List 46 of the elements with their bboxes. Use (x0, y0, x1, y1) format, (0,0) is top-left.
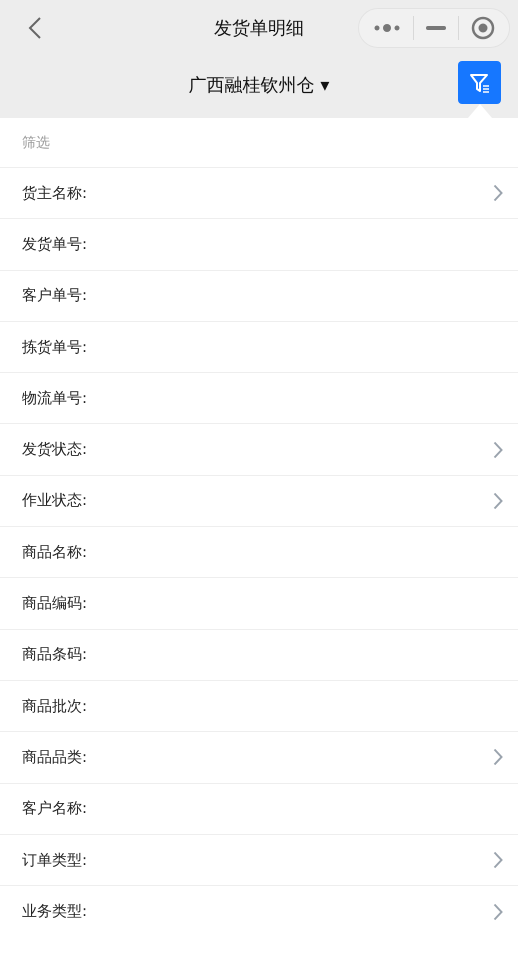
back-icon[interactable] (28, 16, 42, 40)
chevron-icon (493, 902, 503, 921)
filter-field[interactable]: 业务类型: (0, 886, 518, 938)
filter-field[interactable]: 发货状态: (0, 424, 518, 476)
chevron-icon (493, 851, 503, 869)
chevron-icon (493, 748, 503, 766)
popover-pointer (468, 104, 492, 118)
filter-field[interactable]: 商品条码: (0, 630, 518, 681)
filter-field[interactable]: 商品品类: (0, 732, 518, 784)
filter-icon (468, 72, 490, 94)
filter-button[interactable] (458, 61, 501, 104)
field-label: 货主名称: (22, 184, 88, 203)
filter-field[interactable]: 订单类型: (0, 834, 518, 886)
field-label: 客户单号: (22, 286, 88, 306)
chevron-icon (493, 184, 503, 202)
chevron-icon (493, 492, 503, 510)
field-label: 商品条码: (22, 645, 88, 664)
more-icon[interactable] (373, 23, 401, 33)
field-label: 发货单号: (22, 234, 88, 254)
field-label: 作业状态: (22, 491, 88, 510)
chevron-icon (493, 440, 503, 459)
field-label: 拣货单号: (22, 338, 88, 357)
filter-field[interactable]: 发货单号: (0, 219, 518, 271)
field-label: 客户名称: (22, 799, 88, 818)
filter-field[interactable]: 作业状态: (0, 476, 518, 528)
field-label: 订单类型: (22, 850, 88, 870)
filter-heading: 筛选 (0, 118, 518, 168)
field-label: 商品名称: (22, 542, 88, 562)
field-label: 发货状态: (22, 440, 88, 460)
field-label: 商品品类: (22, 748, 88, 767)
close-icon[interactable] (471, 16, 495, 40)
filter-field[interactable]: 拣货单号: (0, 322, 518, 374)
filter-field[interactable]: 物流单号: (0, 373, 518, 424)
field-label: 物流单号: (22, 388, 88, 408)
field-label: 商品编码: (22, 594, 88, 614)
warehouse-dropdown[interactable]: 广西融桂钦州仓 ▾ (188, 73, 330, 97)
page-title: 发货单明细 (214, 17, 304, 40)
filter-field[interactable]: 货主名称: (0, 168, 518, 220)
filter-field[interactable]: 客户名称: (0, 784, 518, 835)
filter-field[interactable]: 商品批次: (0, 680, 518, 732)
field-label: 业务类型: (22, 902, 88, 922)
field-label: 商品批次: (22, 696, 88, 716)
filter-field[interactable]: 商品编码: (0, 578, 518, 630)
filter-field[interactable]: 客户单号: (0, 270, 518, 322)
filter-field[interactable]: 商品名称: (0, 527, 518, 578)
minimize-icon[interactable] (426, 26, 446, 30)
